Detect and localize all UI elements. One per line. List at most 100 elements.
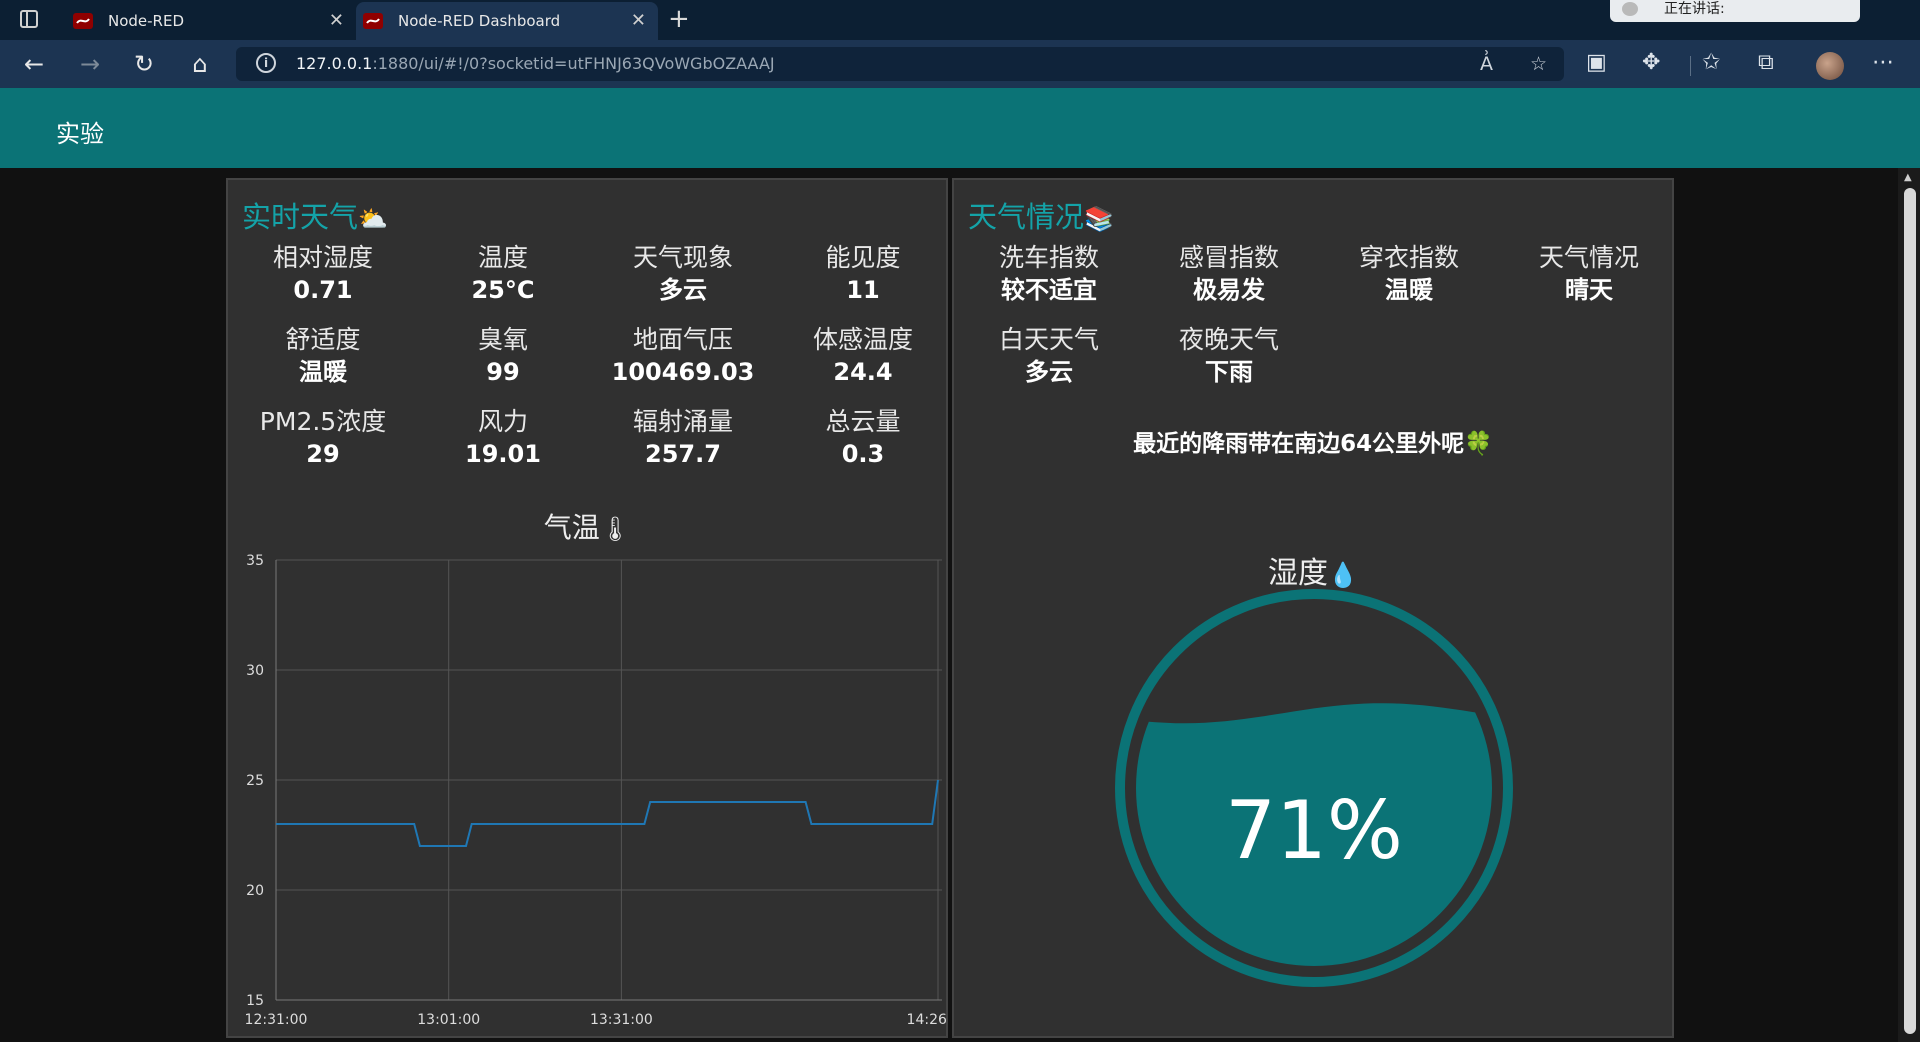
url-field[interactable]: i 127.0.0.1:1880/ui/#!/0?socketid=utFHNJ… [236, 47, 1564, 81]
back-icon[interactable]: ← [20, 50, 48, 78]
realtime-weather-title: 实时天气⛅ [242, 194, 388, 236]
metric-value: 温暖 [299, 358, 347, 386]
forward-icon[interactable]: → [76, 50, 104, 78]
metric-label: 天气现象 [632, 243, 733, 272]
metric-cell: 感冒指数 极易发 [1139, 242, 1319, 306]
metric-value: 0.3 [841, 440, 885, 468]
dashboard-title: 实验 [56, 120, 104, 148]
metric-value: 多云 [1025, 358, 1073, 386]
tab-node-red[interactable]: Node-RED ✕ [66, 2, 356, 40]
metric-cell: 穿衣指数 温暖 [1319, 242, 1499, 306]
favorites-icon[interactable]: ✩ [1702, 50, 1720, 75]
metric-label: 总云量 [825, 407, 901, 436]
droplet-icon: 💧 [1328, 561, 1358, 589]
page-scrollbar[interactable]: ▲ [1898, 168, 1920, 1042]
scrollbar-thumb[interactable] [1904, 188, 1916, 1034]
metric-label: 天气情况 [1538, 243, 1639, 272]
metric-cell: 风力 19.01 [413, 406, 593, 470]
metric-cell: 洗车指数 较不适宜 [959, 242, 1139, 306]
read-aloud-icon [1622, 2, 1638, 16]
metric-label: 穿衣指数 [1358, 243, 1459, 272]
y-tick-label: 20 [246, 883, 264, 899]
metric-value: 19.01 [465, 440, 541, 468]
refresh-icon[interactable]: ↻ [130, 50, 158, 78]
metric-value: 晴天 [1565, 276, 1613, 304]
address-bar: ← → ↻ ⌂ i 127.0.0.1:1880/ui/#!/0?socketi… [0, 40, 1920, 88]
toolbar-divider [1690, 56, 1691, 76]
close-tab-icon[interactable]: ✕ [329, 10, 344, 31]
collections-icon[interactable]: ⧉ [1758, 50, 1774, 75]
metric-label: 体感温度 [812, 325, 913, 354]
x-tick-label: 14:26:00 [907, 1012, 946, 1028]
tab-node-red-dashboard[interactable]: Node-RED Dashboard ✕ [356, 2, 658, 40]
tab-label: Node-RED [108, 12, 185, 30]
metric-value: 0.71 [293, 276, 353, 304]
metric-value: 较不适宜 [1001, 276, 1097, 304]
dashboard-header: 实验 [0, 88, 1920, 168]
read-aloud-button-icon[interactable]: A͗ [1480, 53, 1493, 75]
metric-cell: 舒适度 温暖 [233, 324, 413, 388]
metric-label: 辐射涌量 [632, 407, 733, 436]
add-favorite-icon[interactable]: ☆ [1530, 53, 1547, 75]
metric-label: 能见度 [825, 243, 901, 272]
more-menu-icon[interactable]: ⋯ [1872, 50, 1894, 75]
url-host: 127.0.0.1 [296, 54, 373, 73]
realtime-weather-card: 实时天气⛅ 相对湿度 0.71 温度 25°C 天气现象 多云 能见度 11 舒适度 温暖 臭氧 99… [226, 178, 948, 1038]
new-tab-icon[interactable]: + [668, 4, 690, 34]
metric-cell: 体感温度 24.4 [773, 324, 953, 388]
site-info-icon[interactable]: i [256, 53, 276, 73]
metric-label: 风力 [477, 407, 528, 436]
metric-value: 温暖 [1385, 276, 1433, 304]
browser-tab-strip: Node-RED ✕ Node-RED Dashboard ✕ + 正在讲话: [0, 0, 1920, 40]
metric-label: 相对湿度 [272, 243, 373, 272]
metric-cell: PM2.5浓度 29 [233, 406, 413, 470]
url-text[interactable]: 127.0.0.1:1880/ui/#!/0?socketid=utFHNJ63… [296, 54, 775, 73]
temperature-series-line [276, 779, 939, 847]
card-title-text: 天气情况 [968, 200, 1085, 234]
metric-cell: 天气现象 多云 [593, 242, 773, 306]
metric-label: 地面气压 [632, 325, 733, 354]
read-aloud-popup: 正在讲话: [1610, 0, 1860, 22]
tab-actions-icon[interactable] [20, 10, 38, 28]
metric-value: 极易发 [1193, 276, 1265, 304]
y-tick-label: 30 [246, 663, 264, 679]
thermometer-icon: 🌡 [599, 515, 631, 543]
cloud-sun-icon: ⛅ [358, 205, 388, 233]
profile-avatar[interactable] [1816, 52, 1844, 80]
metric-value: 100469.03 [611, 358, 755, 386]
close-tab-icon[interactable]: ✕ [631, 10, 646, 31]
rain-band-note: 最近的降雨带在南边64公里外呢🍀 [954, 424, 1672, 458]
metric-cell: 天气情况 晴天 [1499, 242, 1679, 306]
x-tick-label: 13:31:00 [590, 1012, 653, 1028]
humidity-liquid-gauge: 71% [1115, 589, 1513, 987]
y-tick-label: 25 [246, 773, 264, 789]
tab-label: Node-RED Dashboard [398, 12, 561, 30]
metric-cell: 地面气压 100469.03 [593, 324, 773, 388]
metric-cell: 辐射涌量 257.7 [593, 406, 773, 470]
y-tick-label: 15 [246, 993, 264, 1009]
metric-label: 感冒指数 [1178, 243, 1279, 272]
metric-label: 温度 [477, 243, 528, 272]
metric-value: 257.7 [645, 440, 721, 468]
x-tick-label: 12:31:00 [245, 1012, 308, 1028]
metric-label: 夜晚天气 [1178, 325, 1279, 354]
reading-view-icon[interactable]: ▣ [1586, 50, 1607, 75]
home-icon[interactable]: ⌂ [186, 50, 214, 78]
metric-value: 下雨 [1205, 358, 1253, 386]
scroll-up-icon[interactable]: ▲ [1904, 172, 1912, 183]
metric-cell: 臭氧 99 [413, 324, 593, 388]
metric-value: 29 [306, 440, 340, 468]
metric-label: 白天天气 [998, 325, 1099, 354]
weather-conditions-card: 天气情况📚 洗车指数 较不适宜 感冒指数 极易发 穿衣指数 温暖 天气情况 晴天 白天天气 多云夜… [952, 178, 1674, 1038]
metric-cell: 白天天气 多云 [959, 324, 1139, 388]
extensions-icon[interactable]: ✥ [1642, 50, 1660, 75]
y-tick-label: 35 [246, 553, 264, 569]
x-tick-label: 13:01:00 [417, 1012, 480, 1028]
url-path: :1880/ui/#!/0?socketid=utFHNJ63QVoWGbOZA… [372, 54, 775, 73]
metric-cell: 温度 25°C [413, 242, 593, 306]
node-red-favicon-icon [72, 13, 94, 29]
metric-cell: 相对湿度 0.71 [233, 242, 413, 306]
metric-cell: 夜晚天气 下雨 [1139, 324, 1319, 388]
card-title-text: 实时天气 [242, 200, 359, 234]
temperature-line-chart: 15 20 25 30 35 12:31:00 13:01:00 13:31:00 14:26:… [245, 553, 946, 1028]
